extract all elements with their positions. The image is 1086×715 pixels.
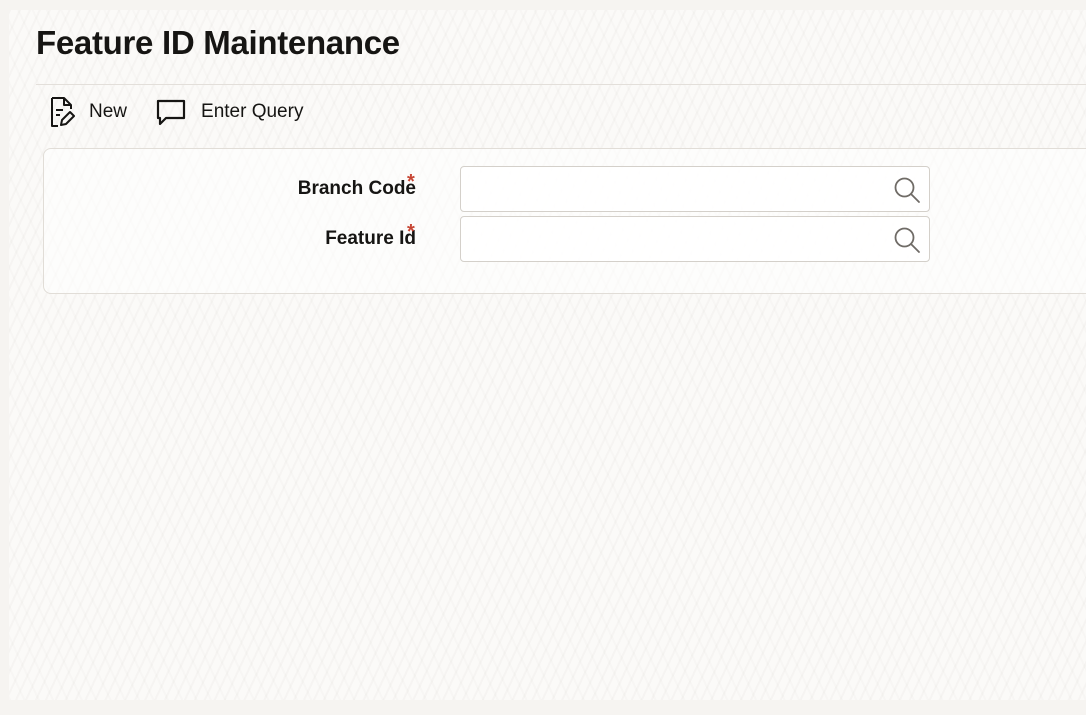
bottom-strip xyxy=(0,700,1086,715)
feature-id-label: Feature Id xyxy=(325,228,416,249)
page-title: Feature ID Maintenance xyxy=(36,24,400,61)
enter-query-button-label: Enter Query xyxy=(201,101,304,122)
branch-code-required-marker: * xyxy=(407,171,415,193)
form-panel: Branch Code * Feature Id * xyxy=(43,148,1086,294)
branch-code-input[interactable] xyxy=(461,167,881,211)
branch-code-field xyxy=(460,166,930,212)
branch-code-label-group: Branch Code xyxy=(44,178,416,200)
feature-id-maintenance-page: Feature ID Maintenance New Enter Query B… xyxy=(9,10,1086,700)
title-divider xyxy=(36,84,1086,85)
toolbar: New Enter Query xyxy=(49,90,331,134)
new-document-icon xyxy=(49,96,75,128)
new-button-label: New xyxy=(89,101,128,122)
feature-id-label-group: Feature Id xyxy=(44,228,416,250)
enter-query-button[interactable]: Enter Query xyxy=(155,98,303,126)
search-icon[interactable] xyxy=(893,226,921,254)
top-strip xyxy=(0,0,1086,10)
new-button[interactable]: New xyxy=(49,96,127,128)
feature-id-input[interactable] xyxy=(461,217,881,261)
feature-id-field xyxy=(460,216,930,262)
branch-code-label: Branch Code xyxy=(297,178,416,199)
chat-bubble-icon xyxy=(155,98,187,126)
search-icon[interactable] xyxy=(893,176,921,204)
feature-id-required-marker: * xyxy=(407,221,415,243)
